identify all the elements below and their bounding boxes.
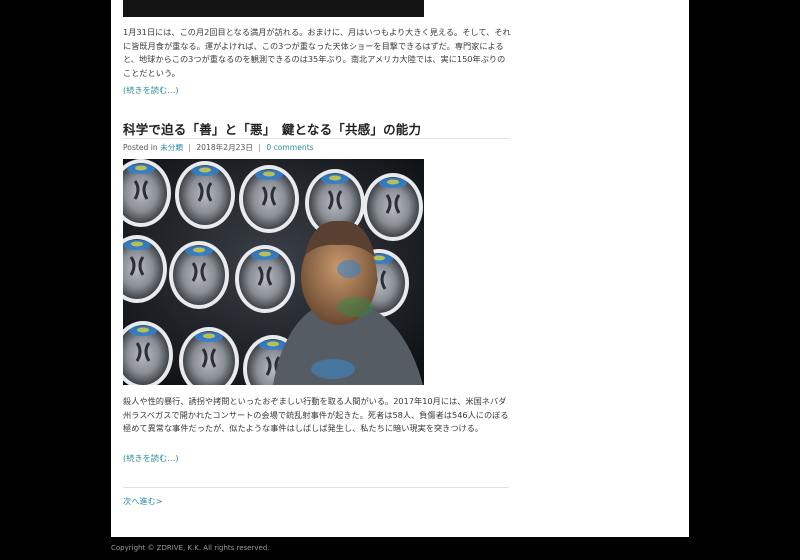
posted-in-label: Posted in [123, 143, 158, 152]
post-excerpt: 殺人や性的暴行、誘拐や拷問といったおぞましい行動を取る人間がいる。2017年10… [123, 396, 509, 433]
content-area: 1月31日には、この月2回目となる満月が訪れる。おまけに、月はいつもより大きく見… [111, 0, 689, 537]
post-image[interactable] [123, 159, 424, 385]
title-divider [123, 138, 509, 139]
post-meta: Posted in 未分類 | 2018年2月23日 | 0 comments [123, 142, 314, 153]
footer-copyright: Copyright © ZDRIVE, K.K. All rights rese… [111, 544, 270, 552]
pagination-divider [123, 487, 509, 488]
brain-scan-photo [123, 159, 424, 385]
meta-separator: | [258, 143, 261, 152]
post-read-more-link[interactable]: (続きを読む…) [123, 452, 179, 464]
previous-post-excerpt: 1月31日には、この月2回目となる満月が訪れる。おまけに、月はいつもより大きく見… [123, 27, 511, 78]
category-link[interactable]: 未分類 [160, 143, 183, 152]
post-title[interactable]: 科学で迫る「善」と「悪」 鍵となる「共感」の能力 [123, 119, 509, 138]
previous-post-image[interactable] [123, 0, 424, 17]
post-date: 2018年2月23日 [196, 143, 253, 152]
meta-separator: | [188, 143, 191, 152]
comments-link[interactable]: 0 comments [266, 143, 313, 152]
next-page-link[interactable]: 次へ進む> [123, 495, 163, 507]
previous-post-read-more-link[interactable]: (続きを読む…) [123, 84, 179, 96]
